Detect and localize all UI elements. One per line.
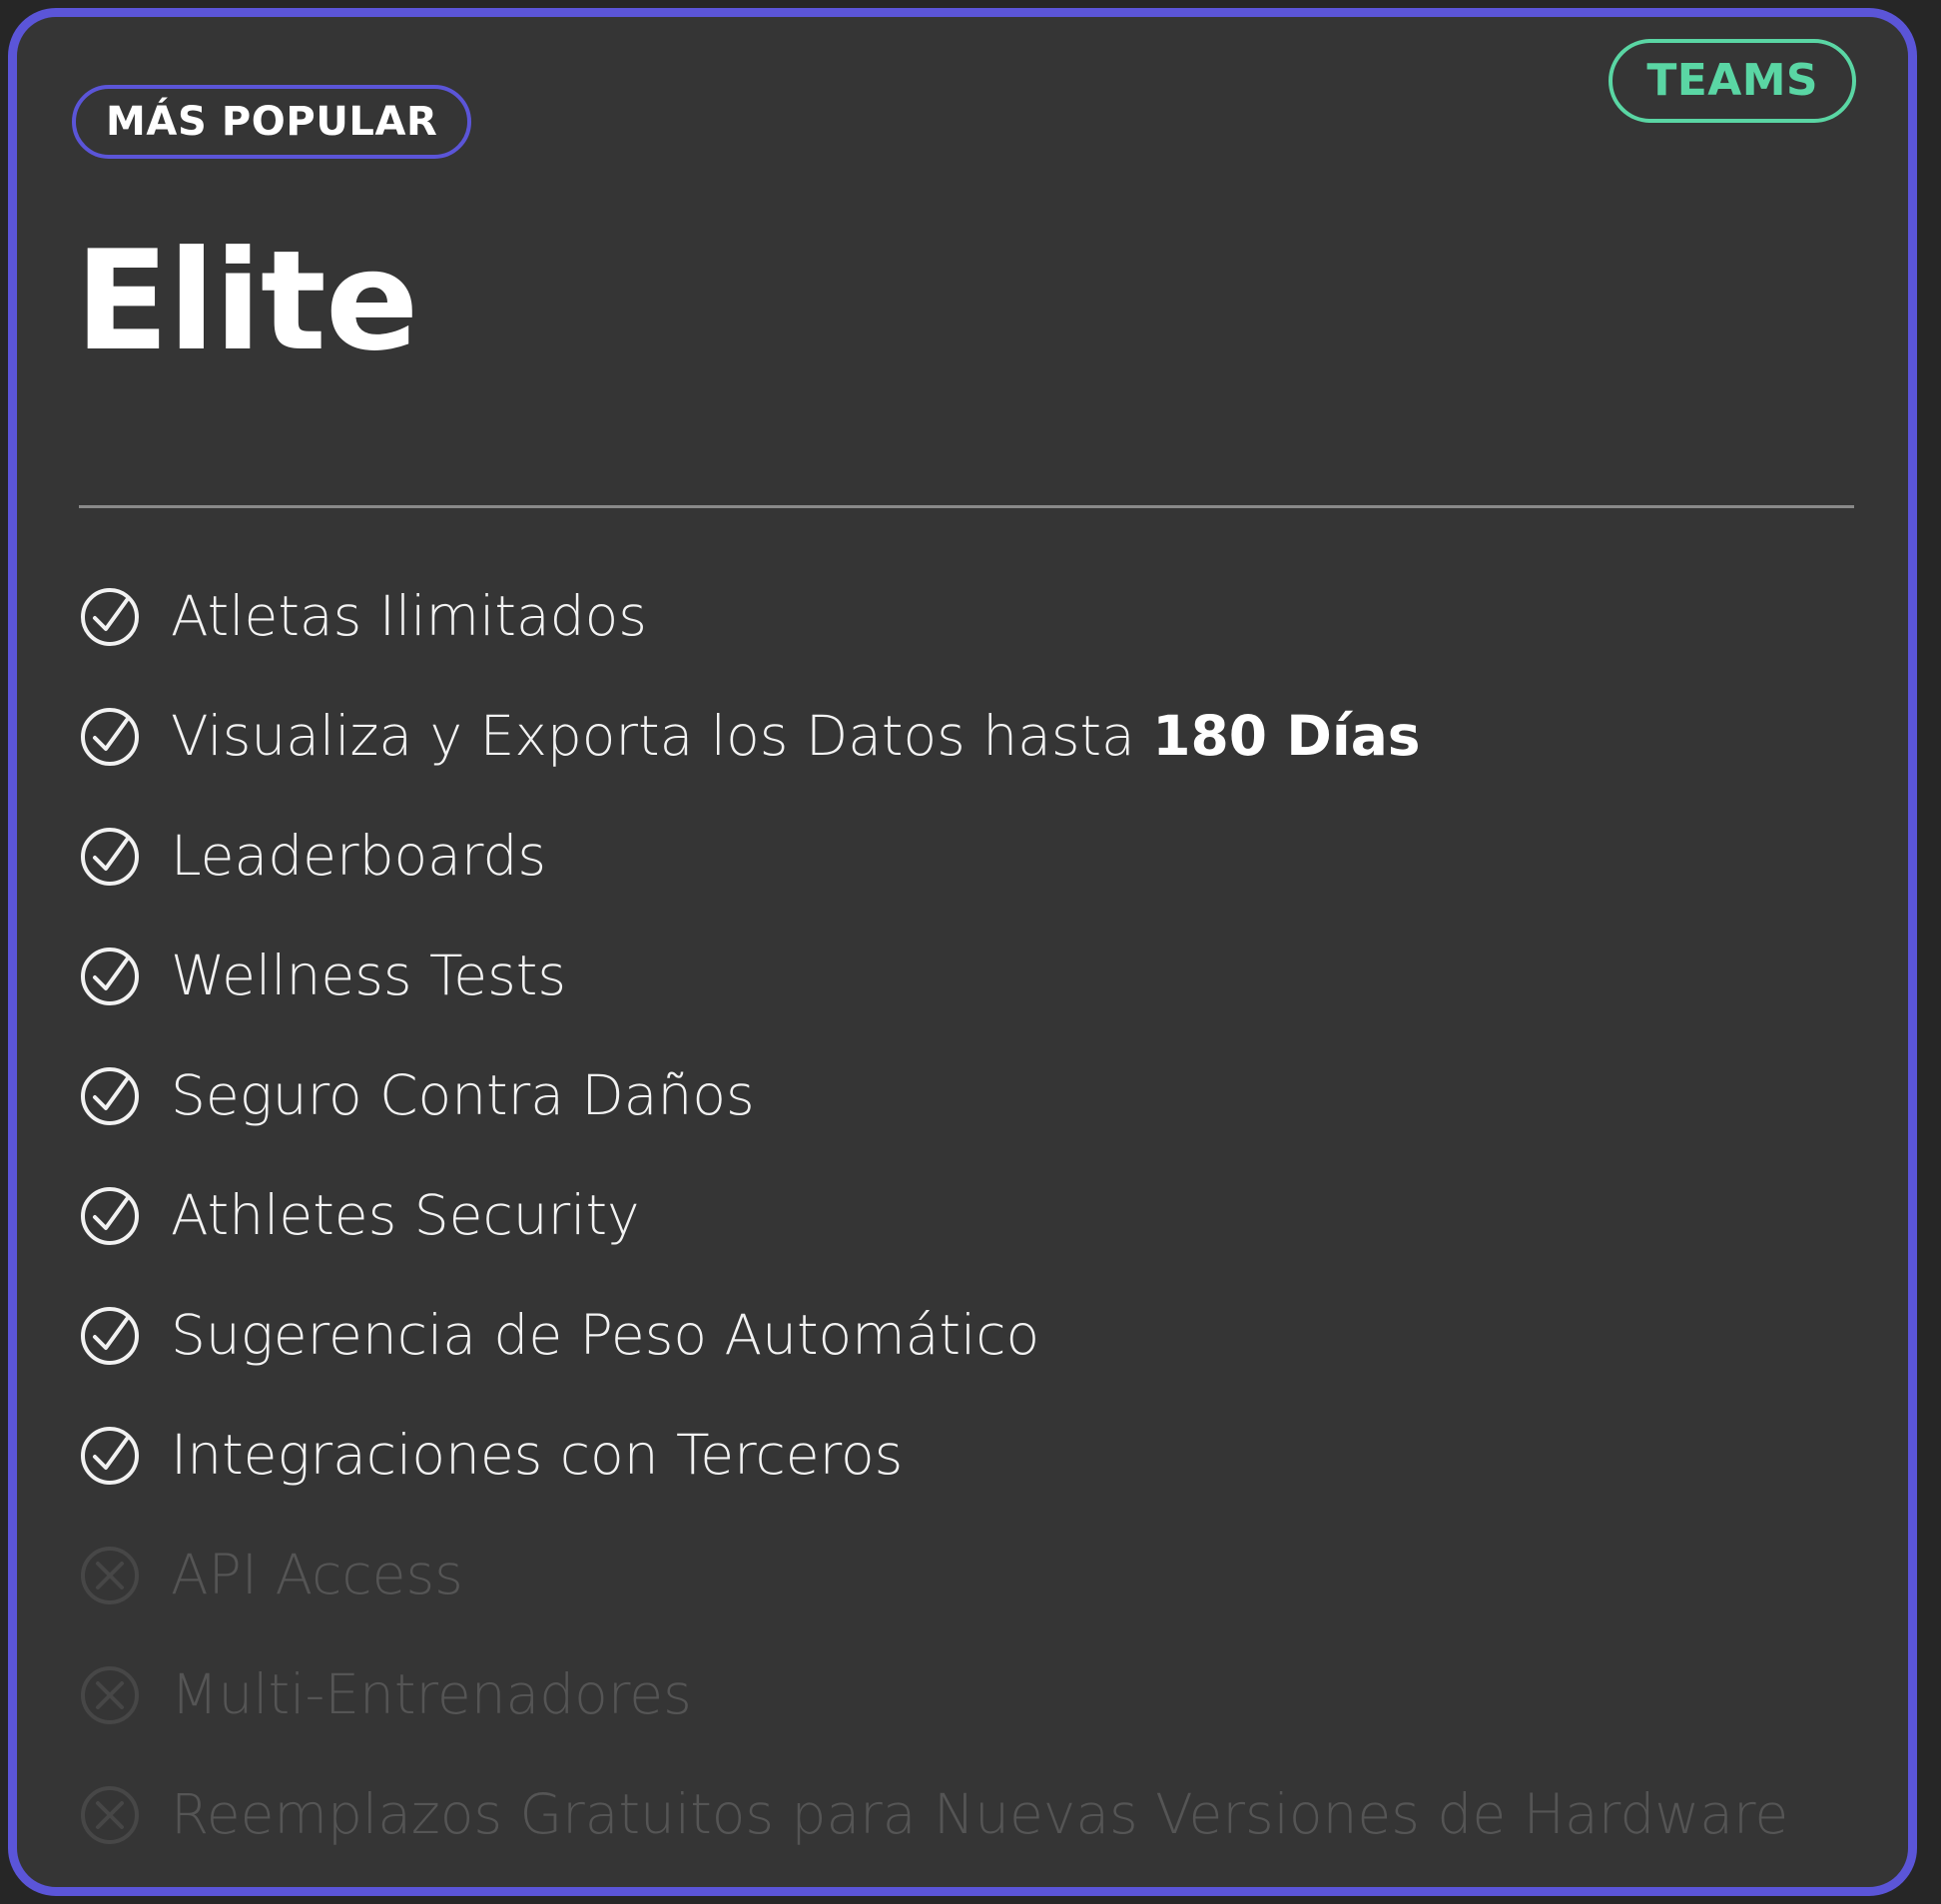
plan-title: Elite (75, 221, 418, 381)
title-divider (79, 505, 1854, 508)
feature-row: Sugerencia de Peso Automático (17, 1276, 1908, 1396)
tier-badge-teams: TEAMS (1609, 39, 1856, 123)
feature-row: Multi-Entrenadores (17, 1635, 1908, 1755)
feature-label: API Access (171, 1543, 463, 1607)
feature-row: Seguro Contra Daños (17, 1036, 1908, 1156)
feature-label: Integraciones con Terceros (171, 1423, 904, 1488)
feature-label: Reemplazos Gratuitos para Nuevas Version… (171, 1782, 1789, 1847)
most-popular-badge: MÁS POPULAR (72, 85, 472, 159)
feature-list: Atletas Ilimitados Visualiza y Exporta lo… (17, 557, 1908, 1875)
feature-row: Integraciones con Terceros (17, 1396, 1908, 1516)
feature-row: Wellness Tests (17, 917, 1908, 1036)
check-circle-icon (81, 1427, 139, 1485)
most-popular-badge-label: MÁS POPULAR (106, 99, 438, 145)
x-circle-icon (81, 1666, 139, 1724)
tier-badge-label: TEAMS (1646, 55, 1818, 106)
pricing-plan-card[interactable]: MÁS POPULAR TEAMS Elite Atletas Ilimitad… (8, 8, 1917, 1896)
feature-label: Seguro Contra Daños (171, 1063, 755, 1128)
feature-label: Multi-Entrenadores (171, 1662, 692, 1727)
check-circle-icon (81, 828, 139, 886)
check-circle-icon (81, 948, 139, 1005)
x-circle-icon (81, 1547, 139, 1604)
card-header: MÁS POPULAR TEAMS (17, 17, 1908, 207)
check-circle-icon (81, 708, 139, 766)
feature-label-emphasis: 180 Días (1152, 704, 1421, 769)
feature-row: Leaderboards (17, 797, 1908, 917)
feature-row: Atletas Ilimitados (17, 557, 1908, 677)
feature-row: API Access (17, 1516, 1908, 1635)
x-circle-icon (81, 1786, 139, 1844)
feature-row: Visualiza y Exporta los Datos hasta 180 … (17, 677, 1908, 797)
check-circle-icon (81, 588, 139, 646)
feature-row: Reemplazos Gratuitos para Nuevas Version… (17, 1755, 1908, 1875)
feature-label: Sugerencia de Peso Automático (171, 1303, 1040, 1368)
check-circle-icon (81, 1307, 139, 1365)
feature-label: Visualiza y Exporta los Datos hasta 180 … (171, 704, 1421, 769)
check-circle-icon (81, 1067, 139, 1125)
feature-label: Leaderboards (171, 824, 547, 889)
feature-label: Atletas Ilimitados (171, 584, 647, 649)
feature-label: Wellness Tests (171, 944, 567, 1008)
check-circle-icon (81, 1187, 139, 1245)
feature-label: Athletes Security (171, 1183, 640, 1248)
feature-row: Athletes Security (17, 1156, 1908, 1276)
